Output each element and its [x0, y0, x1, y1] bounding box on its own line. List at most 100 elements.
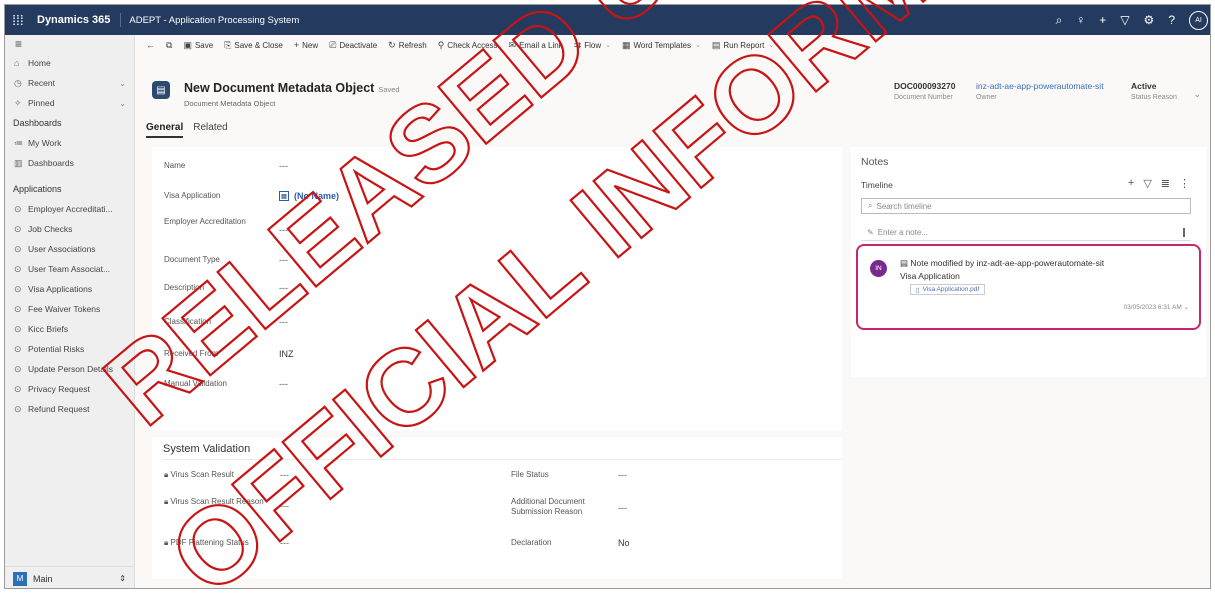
- sidebar-item-application[interactable]: ⊙ Potential Risks: [5, 339, 134, 359]
- filter-icon[interactable]: ▽: [1143, 177, 1151, 190]
- sidebar-item-application[interactable]: ⊙ Visa Applications: [5, 279, 134, 299]
- additional-document-input[interactable]: ---: [618, 503, 627, 513]
- sidebar-item-label: Home: [28, 58, 51, 68]
- field-label-pdf-flattening: 🔒︎ PDF Flattening Status: [164, 538, 249, 548]
- back-arrow-icon: ←: [146, 40, 155, 50]
- document-type-input[interactable]: ---: [279, 255, 288, 265]
- save-close-label: Save & Close: [234, 40, 283, 50]
- sidebar-item-application[interactable]: ⊙ Kicc Briefs: [5, 319, 134, 339]
- sidebar-group-applications: Applications: [13, 184, 62, 194]
- email-link-button[interactable]: ✉ Email a Link: [509, 40, 563, 51]
- popout-icon: ⧉: [166, 39, 173, 50]
- sidebar-item-pinned[interactable]: ✧ Pinned ⌄: [5, 93, 134, 113]
- user-avatar[interactable]: AI: [1189, 10, 1208, 30]
- help-icon[interactable]: ?: [1168, 13, 1175, 27]
- owner-link[interactable]: inz-adt-ae-app-powerautomate-sit: [976, 81, 1104, 91]
- sidebar-item-recent[interactable]: ◷ Recent ⌄: [5, 73, 134, 93]
- tab-general[interactable]: General: [146, 122, 184, 138]
- report-icon: ▤: [711, 39, 721, 50]
- sidebar-item-label: Kicc Briefs: [28, 324, 69, 334]
- app-window: ⁞⁞⁞ Dynamics 365 ADEPT - Application Pro…: [4, 4, 1211, 589]
- sidebar-item-home[interactable]: ⌂ Home: [5, 53, 134, 73]
- list-view-icon[interactable]: ≣: [1161, 177, 1170, 190]
- area-switcher[interactable]: M Main ⇕: [5, 566, 134, 588]
- chevron-down-icon[interactable]: ⌄: [1184, 304, 1189, 311]
- sidebar-item-label: User Associations: [28, 244, 96, 254]
- filter-icon[interactable]: ▽: [1120, 13, 1129, 27]
- search-icon[interactable]: ⌕: [1056, 13, 1063, 28]
- word-templates-button[interactable]: ▦ Word Templates ⌄: [622, 40, 701, 51]
- chevron-updown-icon: ⇕: [119, 574, 126, 583]
- sidebar-item-application[interactable]: ⊙ User Team Associat...: [5, 259, 134, 279]
- sidebar-item-application[interactable]: ⊙ Job Checks: [5, 219, 134, 239]
- manual-validation-input[interactable]: ---: [279, 379, 288, 389]
- received-from-input[interactable]: INZ: [279, 349, 294, 359]
- plus-icon: +: [293, 40, 300, 50]
- file-status-input[interactable]: ---: [618, 470, 627, 480]
- sidebar-item-application[interactable]: ⊙ Privacy Request: [5, 379, 134, 399]
- flow-button[interactable]: ⇉ Flow ⌄: [574, 40, 611, 51]
- classification-input[interactable]: ---: [279, 317, 288, 327]
- search-placeholder: Search timeline: [876, 201, 932, 211]
- declaration-input[interactable]: No: [618, 538, 630, 548]
- field-label: Name: [164, 161, 186, 170]
- virus-scan-reason-input[interactable]: ---: [280, 501, 289, 511]
- check-access-button[interactable]: ⚲ Check Access: [438, 40, 498, 51]
- brand-label[interactable]: Dynamics 365: [31, 13, 122, 27]
- add-icon[interactable]: +: [1128, 177, 1134, 190]
- employer-accreditation-input[interactable]: ---: [279, 225, 288, 235]
- sidebar-item-application[interactable]: ⊙ Refund Request: [5, 399, 134, 419]
- attach-icon[interactable]: [1183, 228, 1185, 237]
- virus-scan-reason-label: Virus Scan Result Reason: [170, 497, 264, 506]
- virus-scan-result-input[interactable]: ---: [280, 470, 289, 480]
- note-timestamp: 03/05/2023 6:31 AM ⌄: [1124, 303, 1189, 311]
- sidebar-item-application[interactable]: ⊙ Employer Accreditati...: [5, 199, 134, 219]
- sidebar-item-application[interactable]: ⊙ Update Person Details: [5, 359, 134, 379]
- pdf-flattening-input[interactable]: ---: [280, 538, 289, 548]
- sidebar-item-application[interactable]: ⊙ Fee Waiver Tokens: [5, 299, 134, 319]
- sidebar-item-my-work[interactable]: ≔ My Work: [5, 133, 134, 153]
- sidebar-item-label: Pinned: [28, 98, 55, 108]
- name-input[interactable]: ---: [279, 161, 288, 171]
- check-access-label: Check Access: [447, 40, 498, 50]
- hamburger-menu-icon[interactable]: ≡: [5, 35, 134, 53]
- timeline-title: Timeline: [861, 180, 893, 190]
- tab-related[interactable]: Related: [193, 122, 227, 138]
- flow-icon: ⇉: [573, 39, 582, 50]
- save-close-button[interactable]: ⎘ Save & Close: [224, 40, 283, 51]
- entity-puzzle-icon: ⊙: [14, 363, 22, 374]
- app-title[interactable]: ADEPT - Application Processing System: [121, 15, 299, 26]
- system-validation-section: System Validation 🔒︎ Virus Scan Result -…: [152, 437, 842, 579]
- add-icon[interactable]: +: [1099, 13, 1106, 27]
- sidebar-item-label: Refund Request: [28, 404, 90, 414]
- refresh-button[interactable]: ↻ Refresh: [388, 40, 427, 51]
- settings-gear-icon[interactable]: ⚙: [1144, 13, 1155, 27]
- run-report-button[interactable]: ▤ Run Report ⌄: [712, 40, 774, 51]
- declaration-label: Declaration: [511, 538, 552, 547]
- header-expand-chevron-icon[interactable]: ⌄: [1193, 89, 1201, 100]
- status-value: Active: [1131, 81, 1157, 91]
- back-button[interactable]: ←: [146, 40, 155, 50]
- timeline-note-card[interactable]: IN ▤ Note modified by inz-adt-ae-app-pow…: [856, 244, 1201, 330]
- timeline-search-input[interactable]: ⌕ Search timeline: [861, 198, 1191, 214]
- sidebar-item-label: Update Person Details: [28, 364, 114, 374]
- new-button[interactable]: + New: [294, 40, 318, 50]
- file-status-label: File Status: [511, 470, 549, 479]
- refresh-icon: ↻: [388, 39, 396, 50]
- more-icon[interactable]: ⋮: [1179, 177, 1190, 190]
- sidebar-item-label: Visa Applications: [28, 284, 93, 294]
- note-entry-input[interactable]: ✎ Enter a note...: [861, 225, 1191, 241]
- description-input[interactable]: ---: [279, 283, 288, 293]
- lightbulb-icon[interactable]: ♀: [1076, 13, 1085, 27]
- note-attachment[interactable]: ▯ Visa Application.pdf: [910, 284, 986, 295]
- deactivate-button[interactable]: ⎚ Deactivate: [329, 40, 377, 51]
- sidebar-item-application[interactable]: ⊙ User Associations: [5, 239, 134, 259]
- visa-application-value[interactable]: (No Name): [294, 191, 339, 201]
- app-launcher-icon[interactable]: ⁞⁞⁞: [5, 5, 31, 35]
- sidebar-application-list: ⊙ Employer Accreditati... ⊙ Job Checks ⊙ User…: [5, 199, 134, 419]
- popout-button[interactable]: ⧉: [166, 40, 172, 51]
- save-button[interactable]: ▣ Save: [183, 40, 213, 51]
- visa-application-lookup[interactable]: ▤ (No Name): [279, 191, 339, 201]
- sidebar-item-dashboards[interactable]: ▥ Dashboards: [5, 153, 134, 173]
- header-field-doc-number: DOC000093270 Document Number: [894, 81, 955, 101]
